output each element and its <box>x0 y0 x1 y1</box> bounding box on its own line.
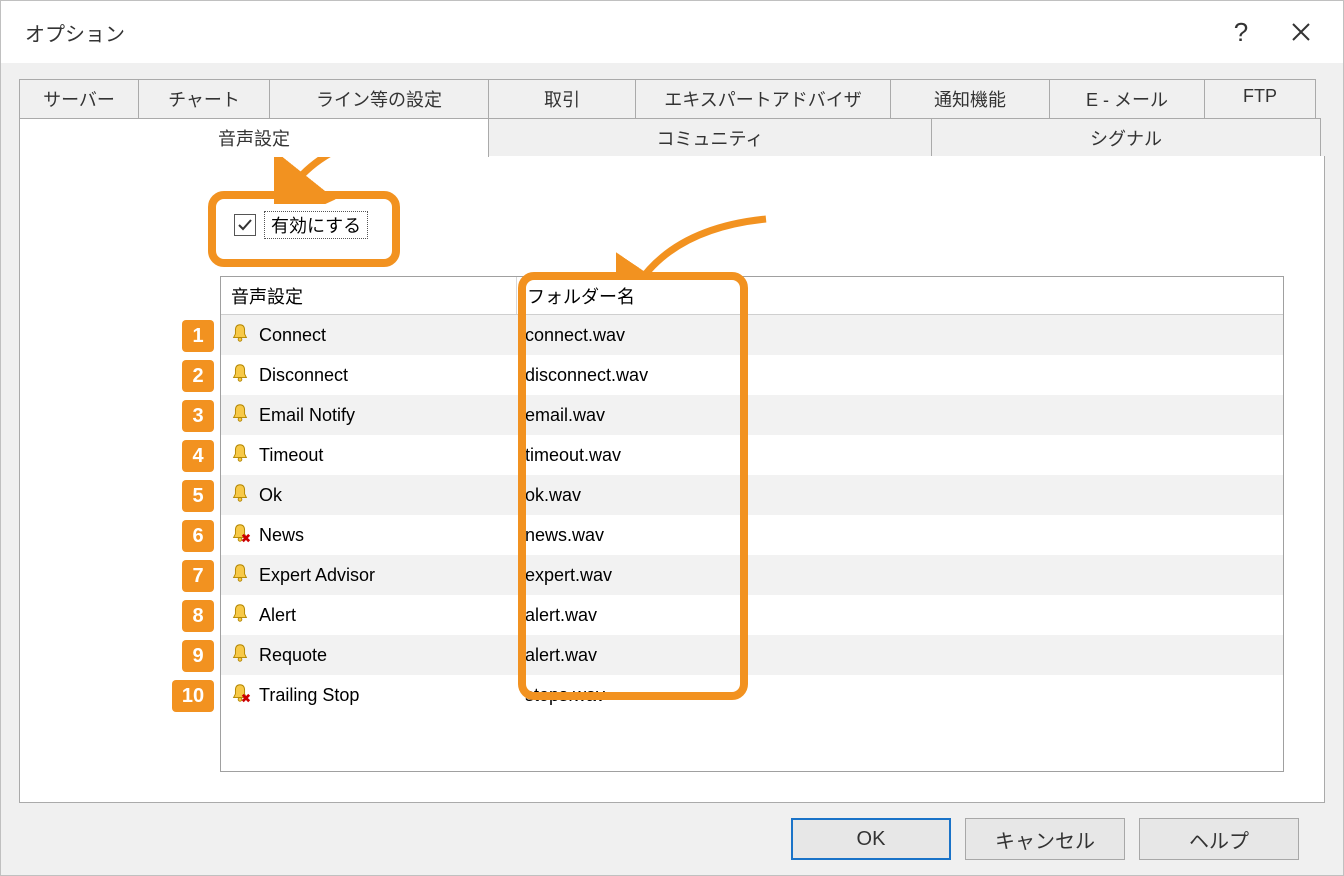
button-label: ヘルプ <box>1189 825 1249 854</box>
bell-muted-icon <box>229 522 251 549</box>
tab-row-2: 音声設定 コミュニティ シグナル <box>19 118 1325 157</box>
tab-label: FTP <box>1243 86 1277 106</box>
sound-table: 音声設定 フォルダー名 Connectconnect.wavDisconnect… <box>220 276 1284 772</box>
cancel-button[interactable]: キャンセル <box>965 818 1125 860</box>
help-icon[interactable]: ? <box>1211 12 1271 52</box>
tab-label: チャート <box>168 90 240 110</box>
annotation-number-badge: 9 <box>182 640 214 672</box>
help-button[interactable]: ヘルプ <box>1139 818 1299 860</box>
table-row[interactable]: Okok.wav <box>221 475 1283 515</box>
annotation-number-badge: 3 <box>182 400 214 432</box>
tab-ftp[interactable]: FTP <box>1204 79 1316 118</box>
event-name: Expert Advisor <box>259 565 375 586</box>
bell-icon <box>229 642 251 669</box>
table-row[interactable]: Alertalert.wav <box>221 595 1283 635</box>
tab-label: 通知機能 <box>934 90 1006 110</box>
annotation-number-badge: 8 <box>182 600 214 632</box>
event-name: Ok <box>259 485 282 506</box>
cell-event: Expert Advisor <box>221 562 517 589</box>
tab-label: E - メール <box>1086 90 1168 110</box>
tab-line-settings[interactable]: ライン等の設定 <box>269 79 489 118</box>
table-row[interactable]: Requotealert.wav <box>221 635 1283 675</box>
tab-server[interactable]: サーバー <box>19 79 139 118</box>
event-name: Timeout <box>259 445 323 466</box>
cell-event: Alert <box>221 602 517 629</box>
bell-icon <box>229 442 251 469</box>
bell-icon <box>229 322 251 349</box>
tab-label: コミュニティ <box>657 129 764 149</box>
close-icon[interactable] <box>1271 12 1331 52</box>
tab-community[interactable]: コミュニティ <box>488 118 932 157</box>
annotation-number-badge: 1 <box>182 320 214 352</box>
bell-muted-icon <box>229 682 251 709</box>
tab-label: エキスパートアドバイザ <box>664 90 861 110</box>
bell-icon <box>229 562 251 589</box>
tab-label: ライン等の設定 <box>316 90 442 110</box>
table-row[interactable]: Newsnews.wav <box>221 515 1283 555</box>
event-name: Email Notify <box>259 405 355 426</box>
tab-label: 取引 <box>544 90 580 110</box>
bell-icon <box>229 602 251 629</box>
header-event[interactable]: 音声設定 <box>221 277 517 314</box>
bell-icon <box>229 482 251 509</box>
tab-trade[interactable]: 取引 <box>488 79 636 118</box>
cell-event: Connect <box>221 322 517 349</box>
tab-label: 音声設定 <box>218 129 290 149</box>
cell-event: News <box>221 522 517 549</box>
bell-icon <box>229 402 251 429</box>
tab-signal[interactable]: シグナル <box>931 118 1321 157</box>
event-name: Trailing Stop <box>259 685 359 706</box>
table-row[interactable]: Trailing Stopstops.wav <box>221 675 1283 715</box>
annotation-number-badge: 2 <box>182 360 214 392</box>
cell-event: Trailing Stop <box>221 682 517 709</box>
window-title: オプション <box>25 18 1211 47</box>
button-bar: OK キャンセル ヘルプ <box>19 803 1325 875</box>
annotation-number-badge: 6 <box>182 520 214 552</box>
table-row[interactable]: Timeouttimeout.wav <box>221 435 1283 475</box>
annotation-highlight-files <box>518 272 748 700</box>
tab-expert-advisor[interactable]: エキスパートアドバイザ <box>635 79 891 118</box>
cell-event: Timeout <box>221 442 517 469</box>
event-name: Connect <box>259 325 326 346</box>
tab-panel-sound: 有効にする <box>19 156 1325 803</box>
options-dialog: オプション ? サーバー チャート ライン等の設定 取引 エキスパートアドバイザ… <box>0 0 1344 876</box>
tab-chart[interactable]: チャート <box>138 79 270 118</box>
annotation-highlight-enable <box>208 191 400 267</box>
table-row[interactable]: Email Notifyemail.wav <box>221 395 1283 435</box>
tab-label: サーバー <box>43 90 115 110</box>
event-name: Alert <box>259 605 296 626</box>
tab-row-1: サーバー チャート ライン等の設定 取引 エキスパートアドバイザ 通知機能 E … <box>19 79 1325 118</box>
bell-icon <box>229 362 251 389</box>
table-row[interactable]: Connectconnect.wav <box>221 315 1283 355</box>
annotation-number-badge: 7 <box>182 560 214 592</box>
table-header: 音声設定 フォルダー名 <box>221 277 1283 315</box>
cell-event: Disconnect <box>221 362 517 389</box>
tab-label: シグナル <box>1090 129 1162 149</box>
table-body: Connectconnect.wavDisconnectdisconnect.w… <box>221 315 1283 715</box>
tab-email[interactable]: E - メール <box>1049 79 1205 118</box>
event-name: News <box>259 525 304 546</box>
annotation-number-badge: 5 <box>182 480 214 512</box>
event-name: Disconnect <box>259 365 348 386</box>
table-row[interactable]: Expert Advisorexpert.wav <box>221 555 1283 595</box>
cell-event: Ok <box>221 482 517 509</box>
table-row[interactable]: Disconnectdisconnect.wav <box>221 355 1283 395</box>
button-label: キャンセル <box>995 825 1095 854</box>
cell-event: Requote <box>221 642 517 669</box>
tab-notification[interactable]: 通知機能 <box>890 79 1050 118</box>
titlebar: オプション ? <box>1 1 1343 63</box>
tab-sound-settings[interactable]: 音声設定 <box>19 118 489 157</box>
cell-event: Email Notify <box>221 402 517 429</box>
content-area: サーバー チャート ライン等の設定 取引 エキスパートアドバイザ 通知機能 E … <box>1 63 1343 875</box>
event-name: Requote <box>259 645 327 666</box>
ok-button[interactable]: OK <box>791 818 951 860</box>
annotation-number-badge: 4 <box>182 440 214 472</box>
button-label: OK <box>857 828 886 851</box>
annotation-number-badge: 10 <box>172 680 214 712</box>
